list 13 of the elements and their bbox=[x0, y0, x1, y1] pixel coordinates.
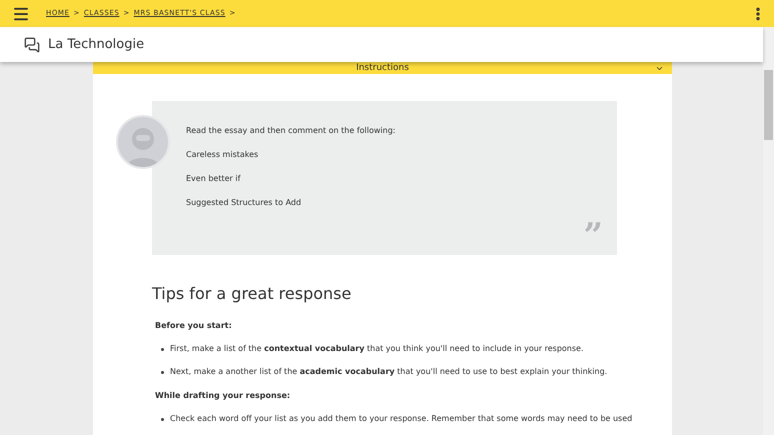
tip-text: First, make a list of the contextual vocabulary that you think you'll need to include in your response. bbox=[170, 344, 584, 354]
section-heading: Before you start: bbox=[155, 320, 233, 332]
instruction-text: Even better if bbox=[186, 174, 242, 184]
tip-text: Check each word off your list as you add them to your response. Remember that some words may need to be used bbox=[170, 414, 632, 424]
section-heading: While drafting your response: bbox=[155, 390, 292, 402]
instruction-text: Read the essay and then comment on the following: bbox=[186, 126, 396, 136]
instruction-text: Suggested Structures to Add bbox=[186, 198, 302, 208]
page-title: La Technologie bbox=[48, 36, 144, 54]
instructions-header[interactable]: Instructions bbox=[93, 62, 672, 74]
quote-mark: ” bbox=[583, 219, 603, 253]
tips-heading: Tips for a great response bbox=[152, 283, 352, 305]
tip-text: Next, make a another list of the academic vocabulary that you'll need to use to best explain your thinking. bbox=[170, 367, 608, 377]
instruction-text: Careless mistakes bbox=[186, 150, 260, 160]
